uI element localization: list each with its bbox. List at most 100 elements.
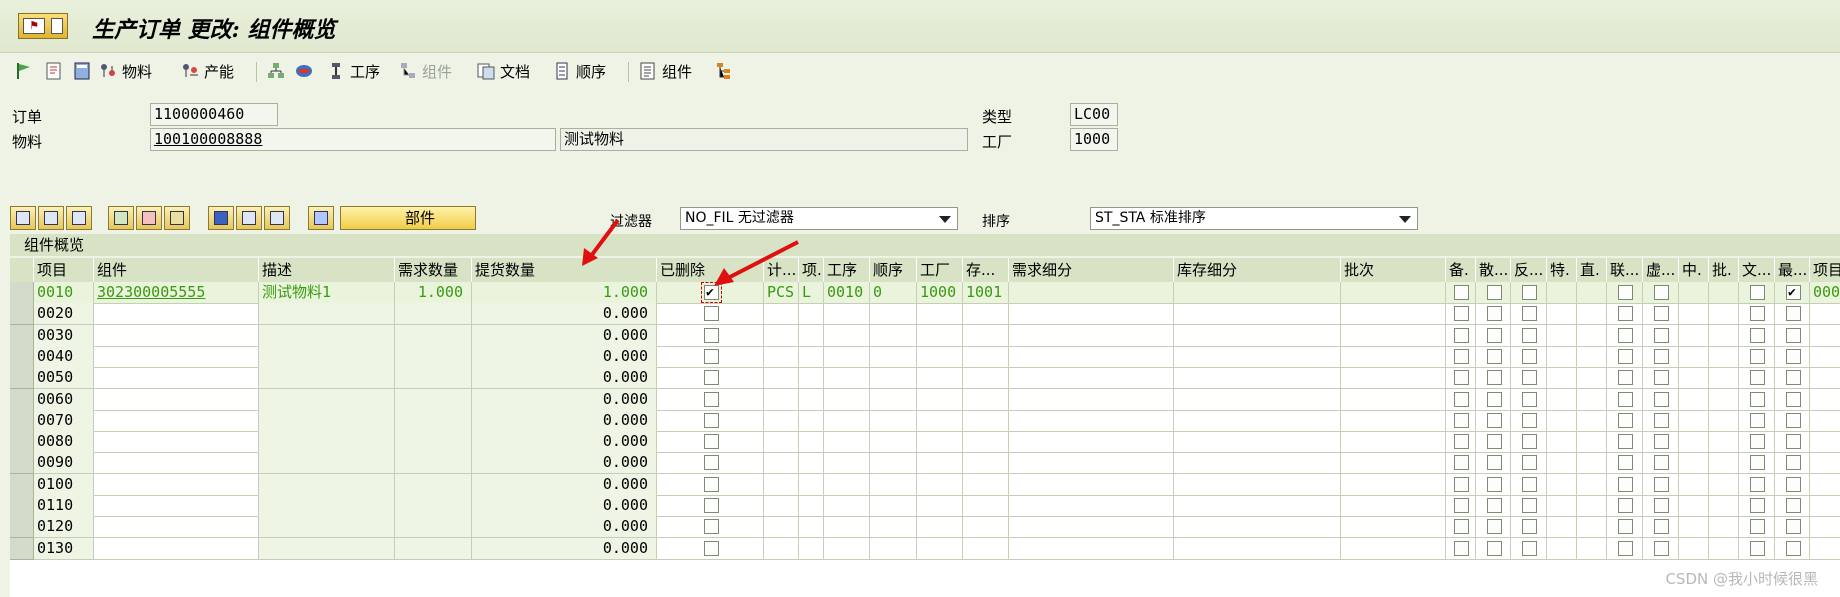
flag-checkbox[interactable] [1786,455,1801,471]
cell-component[interactable]: 302300005555 [94,282,259,304]
cell-direct[interactable] [1577,324,1607,347]
flag-checkbox[interactable] [1654,412,1669,428]
flag-checkbox[interactable] [1454,370,1469,386]
column-header[interactable]: 批. [1709,258,1739,282]
toolbar-material-button[interactable]: 物料 [98,58,152,84]
cell-sequence[interactable] [870,303,917,326]
cell-req_qty[interactable] [395,537,472,560]
column-header[interactable]: 特. [1547,258,1577,282]
cell-direct[interactable] [1577,431,1607,454]
flag-checkbox[interactable] [1786,282,1801,303]
cell-item_cat[interactable]: L [799,282,824,304]
cell-req_seg[interactable] [1009,537,1174,560]
cell-direct[interactable] [1577,473,1607,496]
cell-pick_qty[interactable]: 0.000 [472,537,657,560]
cell-plant[interactable] [917,516,963,539]
toolbar-sequence-button[interactable]: 顺序 [552,58,606,84]
cell-item_cat[interactable] [799,367,824,390]
cell-item[interactable]: 0130 [34,537,94,560]
cell-operation[interactable] [824,431,870,454]
cell-batch[interactable] [1341,282,1446,304]
cell-component[interactable] [94,367,259,390]
flag-checkbox[interactable] [1750,519,1765,535]
cell-operation[interactable] [824,495,870,517]
cell-pick_qty[interactable]: 0.000 [472,431,657,454]
cell-storage[interactable] [963,388,1009,411]
cell-mid[interactable] [1679,388,1709,411]
column-header[interactable]: 组件 [94,258,259,282]
cell-sp[interactable] [1547,452,1577,475]
cell-sp[interactable] [1547,409,1577,432]
flag-checkbox[interactable] [1786,476,1801,492]
flag-checkbox[interactable] [1618,306,1633,322]
cell-req_seg[interactable] [1009,516,1174,539]
cell-operation[interactable] [824,473,870,496]
flag-checkbox[interactable] [1654,498,1669,513]
deleted-checkbox[interactable] [704,498,719,513]
order-field[interactable]: 1100000460 [150,103,278,126]
type-field[interactable]: LC00 [1070,103,1118,126]
cell-item_cat[interactable] [799,388,824,411]
cell-direct[interactable] [1577,345,1607,368]
cell-sequence[interactable] [870,452,917,475]
column-header[interactable]: 联... [1607,258,1643,282]
flag-checkbox[interactable] [1522,327,1537,343]
column-header[interactable]: 工序 [824,258,870,282]
cell-desc[interactable] [259,431,395,454]
row-selector[interactable] [10,324,34,347]
cell-bt[interactable] [1709,452,1739,475]
flag-checkbox[interactable] [1522,412,1537,428]
cell-stock_seg[interactable] [1174,452,1341,475]
cell-mid[interactable] [1679,282,1709,304]
cell-req_qty[interactable] [395,303,472,326]
flag-checkbox[interactable] [1487,370,1502,386]
cell-sequence[interactable] [870,367,917,390]
deselect-button[interactable] [66,206,92,230]
column-header[interactable]: 最... [1775,258,1810,282]
cell-sp[interactable] [1547,345,1577,368]
cell-item_cat[interactable] [799,431,824,454]
cell-storage[interactable] [963,537,1009,560]
cell-item[interactable]: 0020 [34,303,94,326]
cell-req_qty[interactable]: 1.000 [395,282,472,304]
row-selector[interactable] [10,367,34,390]
cell-plant[interactable]: 1000 [917,282,963,304]
flag-checkbox[interactable] [1487,306,1502,322]
column-header[interactable]: 反... [1511,258,1547,282]
cell-sp[interactable] [1547,495,1577,517]
toolbar-capacity-button[interactable]: 产能 [180,58,234,84]
cell-direct[interactable] [1577,516,1607,539]
cell-component[interactable] [94,345,259,368]
flag-checkbox[interactable] [1618,519,1633,535]
cell-component[interactable] [94,303,259,326]
cell-unit[interactable] [764,388,799,411]
cell-item[interactable]: 0010 [34,282,94,304]
column-header[interactable]: 描述 [259,258,395,282]
cell-stock_seg[interactable] [1174,495,1341,517]
cell-req_qty[interactable] [395,388,472,411]
cell-item_cat[interactable] [799,537,824,560]
cell-item_id[interactable] [1810,389,1840,411]
cell-batch[interactable] [1341,303,1446,326]
cell-batch[interactable] [1341,367,1446,390]
cell-sequence[interactable] [870,388,917,411]
cell-sp[interactable] [1547,303,1577,326]
cell-plant[interactable] [917,431,963,454]
flag-checkbox[interactable] [1454,498,1469,513]
column-header[interactable]: 虚... [1643,258,1679,282]
column-header[interactable]: 文... [1739,258,1775,282]
flag-checkbox[interactable] [1487,498,1502,513]
cell-item_id[interactable] [1810,538,1840,560]
flag-checkbox[interactable] [1786,370,1801,386]
cell-desc[interactable] [259,367,395,390]
cell-unit[interactable] [764,409,799,432]
cell-item[interactable]: 0110 [34,495,94,517]
column-header[interactable]: 项目 [34,258,94,282]
cell-req_seg[interactable] [1009,452,1174,475]
cell-sequence[interactable] [870,495,917,517]
flag-checkbox[interactable] [1654,285,1669,300]
calculator-button[interactable] [72,58,96,84]
column-header[interactable]: 工厂 [917,258,963,282]
cell-plant[interactable] [917,367,963,390]
cell-req_qty[interactable] [395,409,472,432]
